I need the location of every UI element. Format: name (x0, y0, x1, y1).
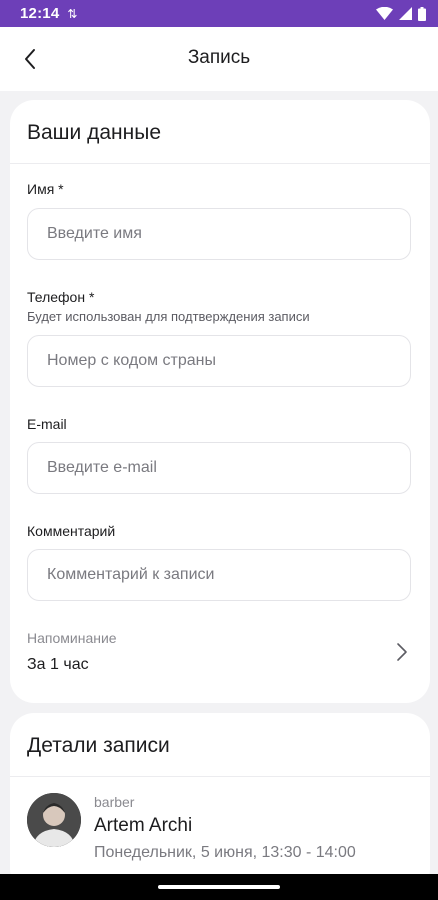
page-title: Запись (187, 47, 251, 68)
avatar (27, 793, 81, 847)
booking-details-title: Детали записи (10, 713, 430, 777)
chevron-right-icon (397, 643, 407, 661)
name-input[interactable] (27, 208, 411, 260)
name-label: Имя * (27, 181, 64, 197)
phone-hint: Будет использован для подтверждения запи… (27, 309, 310, 324)
battery-icon (418, 6, 426, 21)
booking-details-card: Детали записи barber Artem Archi Понедел… (10, 713, 430, 893)
comment-input[interactable] (27, 549, 411, 601)
reminder-label: Напоминание (27, 630, 117, 646)
reminder-selector[interactable]: Напоминание За 1 час (10, 620, 430, 682)
status-bar: 12:14 ⇅ (0, 0, 438, 27)
phone-input[interactable] (27, 335, 411, 387)
master-role: barber (94, 794, 135, 810)
reminder-value: За 1 час (27, 656, 89, 673)
appointment-datetime: Понедельник, 5 июня, 13:30 - 14:00 (94, 844, 356, 861)
navigation-bar (0, 874, 438, 900)
master-name: Artem Archi (94, 815, 193, 836)
your-data-title: Ваши данные (10, 100, 430, 164)
app-bar: Запись (0, 27, 438, 91)
status-icons (376, 6, 426, 21)
wifi-icon (376, 7, 393, 20)
home-gesture-handle[interactable] (158, 885, 280, 889)
phone-label: Телефон * (27, 289, 95, 305)
comment-label: Комментарий (27, 523, 116, 539)
status-time: 12:14 (20, 5, 60, 22)
email-label: E-mail (27, 416, 67, 432)
email-input[interactable] (27, 442, 411, 494)
signal-icon (399, 7, 412, 20)
your-data-card: Ваши данные Имя * Телефон * Будет исполь… (10, 100, 430, 703)
sync-icon: ⇅ (67, 6, 78, 21)
